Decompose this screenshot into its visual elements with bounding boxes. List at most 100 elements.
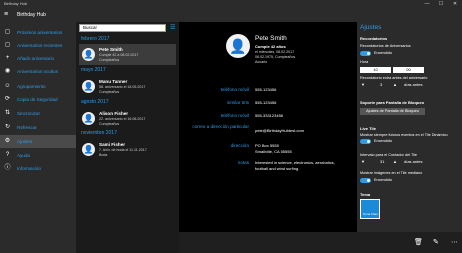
field-value: PO Box 5555 Smallville, CA 55555 [255, 143, 292, 154]
contact-sign: Acuario [255, 60, 268, 64]
extra-increase-button[interactable]: ▲ [393, 82, 397, 87]
calendar-icon: ◻ [5, 29, 10, 35]
close-window-button[interactable]: ✕ [448, 0, 462, 8]
hour-minutes-field[interactable]: 00 [393, 67, 424, 73]
field-value: Interested in science, electronics, aero… [255, 160, 335, 171]
sidebar-item-settings[interactable]: ⚙ Ajustes [0, 135, 76, 148]
contact-name: Pete Smith [255, 35, 287, 42]
help-icon: ? [5, 152, 10, 158]
list-item[interactable]: 👤 Manu Tanner 58. aniversario el 18.05.201… [79, 76, 176, 97]
filter-list-icon[interactable]: ☰ [170, 24, 175, 31]
sidebar-item-label: Ajustes [17, 139, 33, 144]
window-title: Birthday Hub [4, 1, 28, 6]
reminders-label: Recordatorios de Aniversarios [360, 44, 411, 48]
month-header: febrero 2017 [81, 36, 110, 42]
tile-interval-unit: días antes [404, 159, 423, 164]
sync-icon: ⇅ [4, 110, 11, 116]
field-value[interactable]: 555-123456 [255, 87, 276, 93]
info-icon: ⓘ [4, 165, 11, 171]
field-value[interactable]: 555-123456 [255, 100, 276, 106]
contact-age: Cumple 42 años [255, 44, 286, 49]
list-item-name: Sami Fisher [99, 142, 126, 147]
sidebar-item-hidden[interactable]: ◉ Aniversarios ocultos [0, 65, 76, 78]
list-item-type: Boda [99, 153, 108, 157]
tile-images-toggle-text: Encendido [374, 178, 392, 182]
title-bar: Birthday Hub — ☐ ✕ [0, 0, 462, 8]
list-item[interactable]: 👤 Sami Fisher 7. Aniv. de boda el 11.11.20… [79, 139, 176, 160]
extra-reminder-label: Recordatorio extra antes del aniversario [360, 76, 428, 80]
reminders-toggle[interactable] [360, 51, 371, 56]
sidebar-item-label: Sincronizar [17, 111, 40, 116]
sidebar-item-upcoming[interactable]: ◻ Próximos aniversarios [0, 26, 76, 39]
search-input[interactable]: Buscar [79, 24, 166, 32]
extra-decrease-button[interactable]: ▼ [361, 82, 365, 87]
app-header: ≡ Birthday Hub [0, 8, 462, 22]
month-header: mayo 2017 [81, 67, 106, 73]
extra-days-value[interactable]: 3 [380, 82, 382, 87]
settings-panel: Ajustes Recordatorios Recordatorios de A… [357, 22, 462, 232]
list-item-info: 22. aniversario el 16.08.2017 [99, 117, 146, 121]
avatar: 👤 [82, 48, 95, 61]
gear-icon: ⚙ [4, 138, 11, 144]
live-tile-header: Live Tile [360, 126, 376, 131]
light-theme-label: Tema Claro [362, 212, 379, 216]
extra-days-unit: días antes [404, 82, 423, 87]
hour-label: Hora [360, 60, 369, 64]
reminders-toggle-text: Encendido [374, 51, 392, 55]
edit-icon[interactable]: ✎ [433, 238, 439, 246]
sidebar-item-info[interactable]: ⓘ Información [0, 162, 76, 175]
more-icon[interactable]: ⋯ [451, 238, 458, 246]
list-item-type: Cumpleaños [99, 122, 120, 126]
sidebar-item-label: Ayuda [17, 153, 30, 158]
hamburger-menu-icon[interactable]: ≡ [4, 11, 8, 18]
avatar: 👤 [82, 112, 95, 125]
field-label: similar tms [227, 100, 249, 105]
sidebar-item-help[interactable]: ? Ayuda [0, 149, 76, 162]
list-item-name: Manu Tanner [99, 79, 128, 84]
theme-header: Tema [360, 192, 371, 197]
avatar: 👤 [82, 143, 95, 156]
group-icon: ☺ [4, 83, 11, 89]
sidebar-item-refresh[interactable]: ↻ Refrescar [0, 121, 76, 134]
list-item-name: Pete Smith [99, 47, 123, 52]
contact-born: 08.02.1975, Cumpleaños [255, 55, 296, 59]
backup-icon: ⟳ [4, 96, 11, 102]
sidebar-item-label: Agrupamiento [17, 84, 46, 89]
tile-images-toggle[interactable] [360, 178, 371, 183]
contact-photo-avatar: 👤 [226, 34, 250, 58]
list-item-type: Cumpleaños [99, 90, 120, 94]
tile-future-toggle-text: Encendido [374, 139, 392, 143]
light-theme-button[interactable]: Tema Claro [360, 199, 380, 219]
tile-future-toggle[interactable] [360, 139, 371, 144]
sidebar-item-grouping[interactable]: ☺ Agrupamiento [0, 80, 76, 93]
tile-interval-label: Intervalo para el Contador del Tile [360, 153, 417, 157]
field-label: notas [237, 160, 249, 165]
sidebar-item-sync[interactable]: ⇅ Sincronizar [0, 107, 76, 120]
list-item-info: 58. aniversario el 18.05.2017 [99, 85, 146, 89]
tile-interval-decrease-button[interactable]: ▼ [361, 159, 365, 164]
hour-hours-field[interactable]: 10 [360, 67, 391, 73]
tile-interval-increase-button[interactable]: ▲ [393, 159, 397, 164]
field-label: dirección [230, 143, 249, 148]
tile-interval-value[interactable]: 31 [380, 159, 384, 164]
birthday-list-pane: Buscar ☰ febrero 2017 👤 Pete Smith Cumple 4… [76, 22, 179, 253]
lock-screen-settings-button[interactable]: Ajustes de Pantalla de Bloqueo [360, 108, 425, 115]
delete-icon[interactable]: 🗑 [414, 238, 423, 246]
tile-images-label: Mostrar imágenes en el Tile mediano [360, 171, 423, 175]
list-item[interactable]: 👤 Pete Smith Cumple 42 a 08.02.2017 Cumplea… [79, 44, 176, 65]
avatar: 👤 [82, 80, 95, 93]
maximize-button[interactable]: ☐ [434, 0, 448, 8]
history-icon: ◻ [5, 42, 10, 48]
field-label: correo a dirección particular [192, 124, 249, 129]
list-item-info: 7. Aniv. de boda el 11.11.2017 [99, 148, 147, 152]
sidebar-item-add[interactable]: + Añadir aniversario [0, 52, 76, 65]
minimize-button[interactable]: — [420, 0, 434, 8]
field-value[interactable]: 555-333123456 [255, 113, 283, 119]
list-item[interactable]: 👤 Alison Fisher 22. aniversario el 16.08.2… [79, 108, 176, 129]
field-value[interactable]: pete@BirthdayHubtest.com [255, 128, 304, 134]
refresh-icon: ↻ [4, 124, 11, 130]
sidebar-item-backup[interactable]: ⟳ Copia de Seguridad [0, 93, 76, 106]
sidebar-item-label: Copia de Seguridad [17, 97, 58, 102]
sidebar-item-recent[interactable]: ◻ Aniversarios recientes [0, 39, 76, 52]
sidebar-item-label: Añadir aniversario [17, 56, 55, 61]
